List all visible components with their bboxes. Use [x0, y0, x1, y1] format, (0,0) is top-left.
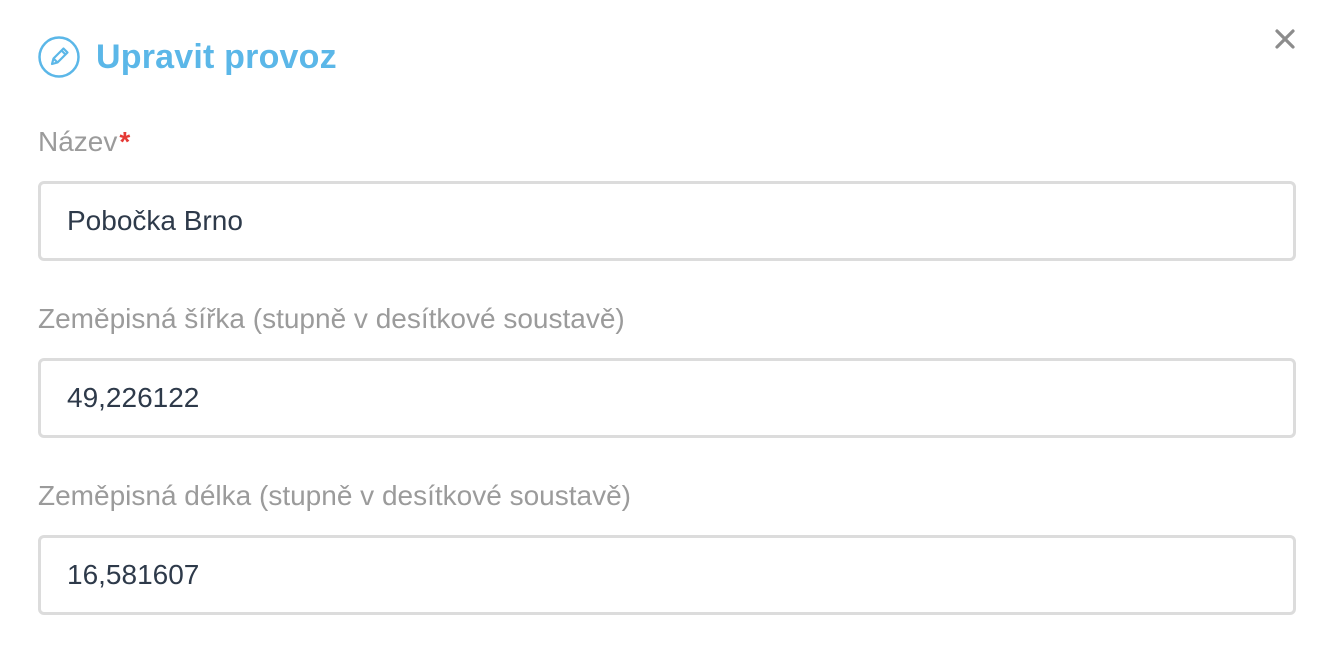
latitude-input[interactable]	[38, 358, 1296, 438]
required-marker: *	[119, 126, 131, 157]
pencil-icon	[38, 36, 80, 78]
close-button[interactable]	[1270, 26, 1300, 56]
longitude-label: Zeměpisná délka (stupně v desítkové sous…	[38, 480, 631, 511]
close-icon[interactable]	[1274, 28, 1296, 55]
latitude-label: Zeměpisná šířka (stupně v desítkové sous…	[38, 303, 625, 334]
name-label-text: Název	[38, 126, 118, 157]
dialog-header: Upravit provoz	[38, 34, 337, 80]
edit-location-dialog: Upravit provoz Název* Zeměpisná šířka (s…	[0, 0, 1334, 652]
longitude-input[interactable]	[38, 535, 1296, 615]
name-label: Název*	[38, 124, 130, 160]
dialog-title: Upravit provoz	[96, 38, 337, 76]
name-input[interactable]	[38, 181, 1296, 261]
